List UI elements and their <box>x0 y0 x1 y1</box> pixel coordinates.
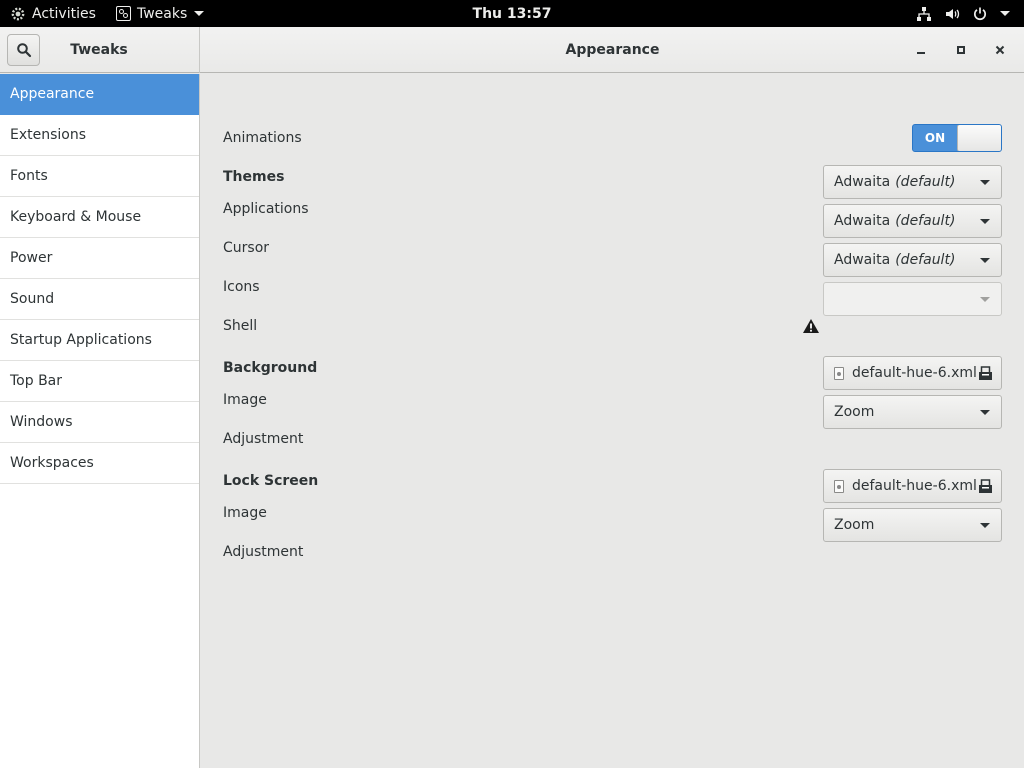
cursor-theme-label: Cursor <box>223 240 270 256</box>
lock-screen-adjustment-combo[interactable]: Zoom <box>823 508 1002 542</box>
sidebar-item-startup-applications[interactable]: Startup Applications <box>0 320 199 361</box>
combo-value: Adwaita <box>834 174 891 190</box>
sidebar-item-windows[interactable]: Windows <box>0 402 199 443</box>
tweaks-app-icon <box>116 6 131 21</box>
chevron-down-icon <box>980 523 990 528</box>
search-button[interactable] <box>7 34 40 66</box>
sidebar-item-label: Top Bar <box>10 373 63 389</box>
sidebar-item-keyboard-mouse[interactable]: Keyboard & Mouse <box>0 197 199 238</box>
animations-label: Animations <box>223 130 302 146</box>
close-button[interactable] <box>986 36 1014 64</box>
sidebar-item-label: Extensions <box>10 127 87 143</box>
sidebar-item-label: Keyboard & Mouse <box>10 209 142 225</box>
gnome-foot-icon <box>11 7 25 20</box>
chevron-down-icon <box>980 410 990 415</box>
applications-theme-label: Applications <box>223 201 309 217</box>
top-bar: Activities Tweaks Thu 13:57 <box>0 0 1024 27</box>
chevron-down-icon <box>980 258 990 263</box>
chevron-down-icon <box>194 11 205 16</box>
chevron-down-icon <box>980 180 990 185</box>
chevron-down-icon <box>1000 11 1010 16</box>
sidebar-item-label: Fonts <box>10 168 48 184</box>
chevron-down-icon <box>980 219 990 224</box>
sidebar-item-sound[interactable]: Sound <box>0 279 199 320</box>
maximize-button[interactable] <box>947 36 975 64</box>
sidebar-item-label: Workspaces <box>10 455 94 471</box>
combo-value: Zoom <box>834 517 875 533</box>
combo-value: Adwaita <box>834 252 891 268</box>
document-open-icon <box>979 366 992 380</box>
search-icon <box>16 43 31 58</box>
sidebar-item-fonts[interactable]: Fonts <box>0 156 199 197</box>
lock-screen-image-label: Image <box>223 505 267 521</box>
combo-value: Zoom <box>834 404 875 420</box>
sidebar-header: Tweaks <box>0 27 200 73</box>
sidebar-item-power[interactable]: Power <box>0 238 199 279</box>
themes-heading: Themes <box>223 169 285 185</box>
minimize-icon <box>917 52 925 54</box>
lock-screen-heading: Lock Screen <box>223 473 319 489</box>
xml-file-icon <box>834 366 844 380</box>
sidebar-item-label: Appearance <box>10 86 95 102</box>
xml-file-icon <box>834 479 844 493</box>
power-icon <box>973 7 987 20</box>
background-adjustment-combo[interactable]: Zoom <box>823 395 1002 429</box>
cursor-theme-combo[interactable]: Adwaita (default) <box>823 204 1002 238</box>
app-menu-button[interactable]: Tweaks <box>116 0 205 27</box>
background-image-label: Image <box>223 392 267 408</box>
sidebar-item-label: Startup Applications <box>10 332 152 348</box>
chevron-down-icon <box>980 297 990 302</box>
shell-theme-combo[interactable] <box>823 282 1002 316</box>
sidebar-item-appearance[interactable]: Appearance <box>0 74 199 115</box>
system-status-menu[interactable] <box>916 0 1010 27</box>
header-bar: Tweaks Appearance <box>0 27 1024 73</box>
combo-value: Adwaita <box>834 213 891 229</box>
tweaks-window: Tweaks Appearance Appearance Extensions … <box>0 27 1024 768</box>
activities-button[interactable]: Activities <box>10 0 96 27</box>
app-menu-label: Tweaks <box>137 5 188 22</box>
sidebar-item-top-bar[interactable]: Top Bar <box>0 361 199 402</box>
sidebar-item-extensions[interactable]: Extensions <box>0 115 199 156</box>
sidebar-item-label: Windows <box>10 414 73 430</box>
switch-knob <box>957 125 1001 151</box>
sidebar-item-label: Sound <box>10 291 55 307</box>
sidebar-item-workspaces[interactable]: Workspaces <box>0 443 199 484</box>
combo-default-tag: (default) <box>895 252 956 268</box>
animations-switch[interactable]: ON <box>912 124 1002 152</box>
warning-icon[interactable] <box>802 318 820 334</box>
background-image-file-button[interactable]: default-hue-6.xml <box>823 356 1002 390</box>
file-name: default-hue-6.xml <box>852 365 977 381</box>
lock-screen-image-file-button[interactable]: default-hue-6.xml <box>823 469 1002 503</box>
combo-default-tag: (default) <box>895 213 956 229</box>
shell-theme-label: Shell <box>223 318 258 334</box>
switch-on-label: ON <box>924 131 946 145</box>
applications-theme-combo[interactable]: Adwaita (default) <box>823 165 1002 199</box>
document-open-icon <box>979 479 992 493</box>
background-adjustment-label: Adjustment <box>223 431 304 447</box>
background-heading: Background <box>223 360 318 376</box>
appearance-page: Animations ON Themes Applications Adwait… <box>201 74 1024 768</box>
file-name: default-hue-6.xml <box>852 478 977 494</box>
page-title: Appearance <box>565 42 660 58</box>
combo-default-tag: (default) <box>895 174 956 190</box>
icons-theme-label: Icons <box>223 279 260 295</box>
app-title: Tweaks <box>70 42 128 58</box>
minimize-button[interactable] <box>907 36 935 64</box>
volume-icon <box>946 8 960 19</box>
network-wired-icon <box>917 6 931 21</box>
maximize-icon <box>957 46 965 54</box>
lock-screen-adjustment-label: Adjustment <box>223 544 304 560</box>
icons-theme-combo[interactable]: Adwaita (default) <box>823 243 1002 277</box>
sidebar-item-label: Power <box>10 250 53 266</box>
activities-label: Activities <box>32 5 96 22</box>
close-icon <box>995 45 1005 55</box>
clock[interactable]: Thu 13:57 <box>473 6 552 22</box>
sidebar: Appearance Extensions Fonts Keyboard & M… <box>0 74 200 768</box>
